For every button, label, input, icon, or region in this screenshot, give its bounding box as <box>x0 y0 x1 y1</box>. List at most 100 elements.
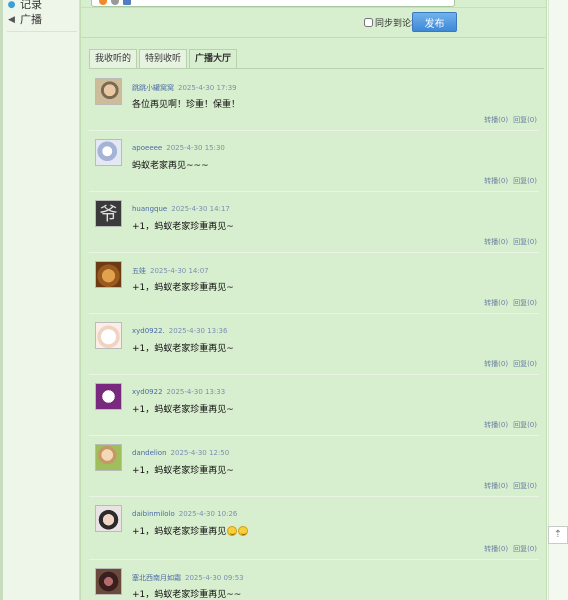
post-actions: 转播(0) 回复(0) <box>479 359 537 369</box>
forward-link[interactable]: 转播(0) <box>484 421 508 429</box>
reply-link[interactable]: 回复(0) <box>513 116 537 124</box>
avatar[interactable] <box>95 568 122 595</box>
tab-following[interactable]: 我收听的 <box>89 49 138 68</box>
avatar[interactable] <box>95 505 122 532</box>
post-actions: 转播(0) 回复(0) <box>479 298 537 308</box>
post-meta: 塞北西南月如霜 2025-4-30 09:53 <box>132 573 244 583</box>
image-icon[interactable] <box>123 0 131 5</box>
post-text: +1，蚂蚁老家珍重再见~ <box>132 466 234 476</box>
avatar[interactable] <box>95 261 122 288</box>
reply-link[interactable]: 回复(0) <box>513 299 537 307</box>
post-text: +1，蚂蚁老家珍重再见~ <box>132 222 234 232</box>
username-link[interactable]: dandelion <box>132 449 167 457</box>
post-actions: 转播(0) 回复(0) <box>479 544 537 554</box>
post-text: +1，蚂蚁老家珍重再见 <box>132 524 249 537</box>
forward-link[interactable]: 转播(0) <box>484 238 508 246</box>
tab-broadcast-hall[interactable]: 广播大厅 <box>189 49 238 69</box>
list-item: dandelion 2025-4-30 12:50 +1，蚂蚁老家珍重再见~ 转播… <box>89 436 539 497</box>
sync-to-forum-checkbox[interactable] <box>364 18 373 27</box>
tab-bar: 我收听的 特别收听 广播大厅 <box>89 49 238 69</box>
avatar[interactable] <box>95 322 122 349</box>
laughing-emoji-icon <box>227 525 238 536</box>
post-text: +1，蚂蚁老家珍重再见~~ <box>132 590 242 600</box>
sidebar-item-broadcast[interactable]: ◀ 广播 <box>7 12 42 28</box>
post-meta: huangque 2025-4-30 14:17 <box>132 205 230 213</box>
reply-link[interactable]: 回复(0) <box>513 360 537 368</box>
reply-link[interactable]: 回复(0) <box>513 482 537 490</box>
reply-link[interactable]: 回复(0) <box>513 545 537 553</box>
right-margin <box>548 0 568 600</box>
list-item: xyd0922 2025-4-30 13:33 +1，蚂蚁老家珍重再见~ 转播(0… <box>89 375 539 436</box>
post-text: 蚂蚁老家再见~~~ <box>132 161 209 171</box>
divider <box>548 0 549 600</box>
post-time: 2025-4-30 15:30 <box>166 144 225 152</box>
sidebar-divider <box>7 31 77 32</box>
left-sidebar: ● 记录 ◀ 广播 <box>0 0 80 600</box>
username-link[interactable]: 五娃 <box>132 267 146 275</box>
avatar[interactable]: 爷 <box>95 200 122 227</box>
divider <box>81 7 546 8</box>
at-icon[interactable] <box>111 0 119 5</box>
username-link[interactable]: apoeeee <box>132 144 162 152</box>
username-link[interactable]: 跳跳小罐窝窝 <box>132 84 174 92</box>
laughing-emoji-icon <box>238 525 249 536</box>
list-item: daibinmilolo 2025-4-30 10:26 +1，蚂蚁老家珍重再见 … <box>89 497 539 560</box>
post-time: 2025-4-30 10:26 <box>178 510 238 518</box>
post-actions: 转播(0) 回复(0) <box>479 176 537 186</box>
sidebar-item-label: 广播 <box>20 13 42 26</box>
post-text-content: +1，蚂蚁老家珍重再见 <box>132 527 227 537</box>
post-meta: daibinmilolo 2025-4-30 10:26 <box>132 510 237 518</box>
post-actions: 转播(0) 回复(0) <box>479 420 537 430</box>
post-meta: 五娃 2025-4-30 14:07 <box>132 266 209 276</box>
list-item: 五娃 2025-4-30 14:07 +1，蚂蚁老家珍重再见~ 转播(0) 回复(0… <box>89 253 539 314</box>
forward-link[interactable]: 转播(0) <box>484 299 508 307</box>
list-item: apoeeee 2025-4-30 15:30 蚂蚁老家再见~~~ 转播(0) 回复… <box>89 131 539 192</box>
username-link[interactable]: xyd0922. <box>132 327 165 335</box>
username-link[interactable]: 塞北西南月如霜 <box>132 574 181 582</box>
list-item: 爷 huangque 2025-4-30 14:17 +1，蚂蚁老家珍重再见~ 转… <box>89 192 539 253</box>
post-composer[interactable] <box>91 0 455 7</box>
post-text: +1，蚂蚁老家珍重再见~ <box>132 344 234 354</box>
tab-special-following[interactable]: 特别收听 <box>139 49 188 68</box>
forward-link[interactable]: 转播(0) <box>484 545 508 553</box>
broadcast-feed: 跳跳小罐窝窝 2025-4-30 17:39 各位再见啊！珍重！保重！ 转播(0)… <box>89 70 539 600</box>
list-item: 塞北西南月如霜 2025-4-30 09:53 +1，蚂蚁老家珍重再见~~ <box>89 560 539 600</box>
username-link[interactable]: huangque <box>132 205 167 213</box>
reply-link[interactable]: 回复(0) <box>513 238 537 246</box>
post-time: 2025-4-30 09:53 <box>185 574 244 582</box>
back-to-top-button[interactable]: ⇡ <box>548 526 568 544</box>
avatar[interactable] <box>95 78 122 105</box>
avatar[interactable] <box>95 383 122 410</box>
sidebar-strip <box>0 0 3 600</box>
post-meta: apoeeee 2025-4-30 15:30 <box>132 144 225 152</box>
post-time: 2025-4-30 13:36 <box>168 327 228 335</box>
forward-link[interactable]: 转播(0) <box>484 482 508 490</box>
list-item: xyd0922. 2025-4-30 13:36 +1，蚂蚁老家珍重再见~ 转播(… <box>89 314 539 375</box>
post-time: 2025-4-30 13:33 <box>166 388 226 396</box>
bubble-icon: ● <box>7 0 16 10</box>
post-meta: xyd0922. 2025-4-30 13:36 <box>132 327 227 335</box>
post-actions: 转播(0) 回复(0) <box>479 115 537 125</box>
divider <box>81 37 546 38</box>
smiley-icon[interactable] <box>99 0 107 5</box>
forward-link[interactable]: 转播(0) <box>484 116 508 124</box>
reply-link[interactable]: 回复(0) <box>513 177 537 185</box>
avatar[interactable] <box>95 139 122 166</box>
post-time: 2025-4-30 12:50 <box>170 449 230 457</box>
forward-link[interactable]: 转播(0) <box>484 360 508 368</box>
avatar[interactable] <box>95 444 122 471</box>
post-time: 2025-4-30 14:07 <box>150 267 209 275</box>
reply-link[interactable]: 回复(0) <box>513 421 537 429</box>
username-link[interactable]: daibinmilolo <box>132 510 175 518</box>
forward-link[interactable]: 转播(0) <box>484 177 508 185</box>
publish-button[interactable]: 发布 <box>412 12 457 32</box>
post-actions: 转播(0) 回复(0) <box>479 481 537 491</box>
arrow-up-icon: ⇡ <box>553 529 563 540</box>
post-meta: xyd0922 2025-4-30 13:33 <box>132 388 225 396</box>
post-meta: 跳跳小罐窝窝 2025-4-30 17:39 <box>132 83 237 93</box>
post-time: 2025-4-30 17:39 <box>178 84 237 92</box>
username-link[interactable]: xyd0922 <box>132 388 163 396</box>
speaker-icon: ◀ <box>8 14 15 25</box>
post-text: +1，蚂蚁老家珍重再见~ <box>132 405 234 415</box>
broadcast-panel: 同步到论坛 发布 我收听的 特别收听 广播大厅 跳跳小罐窝窝 2025-4-30 … <box>80 0 547 600</box>
